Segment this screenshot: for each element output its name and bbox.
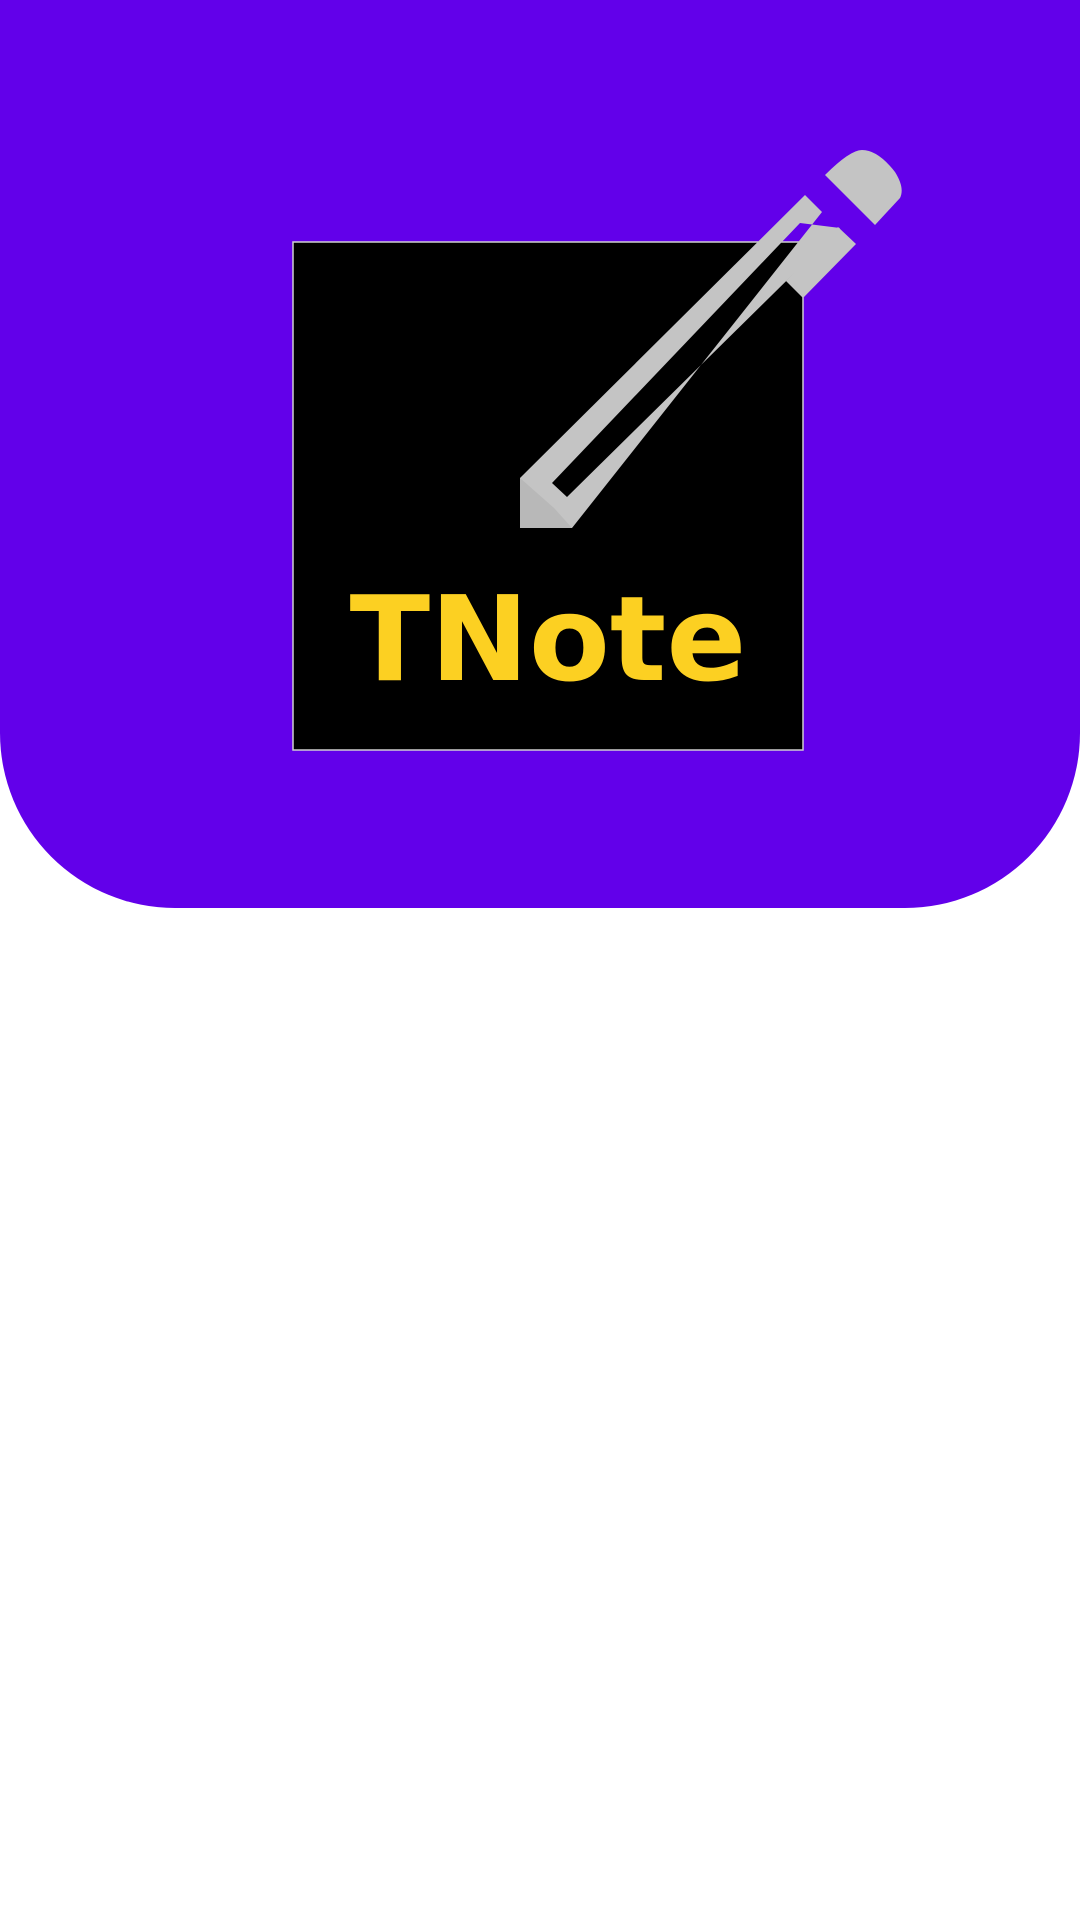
- splash-screen: TNote: [0, 0, 1080, 1920]
- app-name: TNote: [350, 570, 747, 708]
- header-banner: TNote: [0, 0, 1080, 908]
- app-logo: TNote: [292, 150, 902, 751]
